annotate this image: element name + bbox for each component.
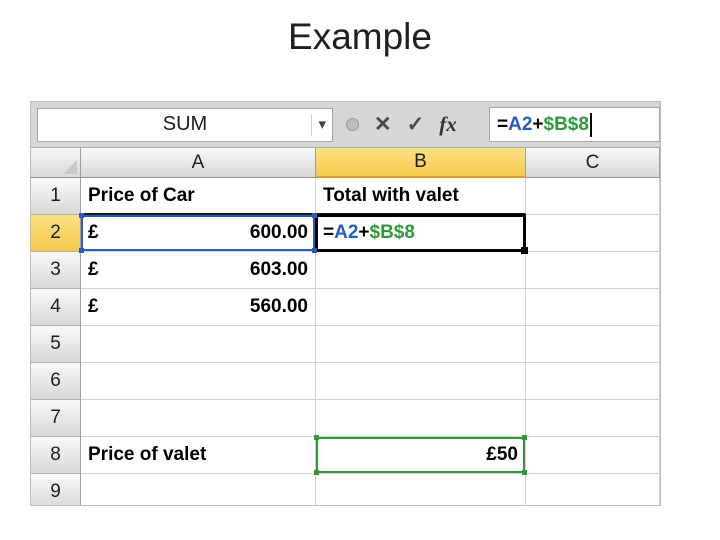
cell-c8[interactable] [526, 437, 660, 474]
formula-input[interactable]: = A2 + $B$8 [489, 107, 660, 142]
cell-value: 603.00 [249, 259, 308, 280]
cell-a8[interactable]: Price of valet [81, 437, 316, 474]
cell-b2-active[interactable]: = A2 + $B$8 [315, 214, 528, 254]
cell-a6[interactable] [81, 363, 316, 400]
cell-a4[interactable]: £ 560.00 [81, 289, 316, 326]
cell-c5[interactable] [526, 326, 660, 363]
row-header-9[interactable]: 9 [31, 474, 81, 505]
column-header-c[interactable]: C [526, 148, 660, 178]
cell-b9[interactable] [316, 474, 526, 505]
currency-symbol: £ [88, 259, 99, 280]
cell-b6[interactable] [316, 363, 526, 400]
formula-token: $B$8 [543, 113, 589, 135]
name-box[interactable]: SUM ▾ [37, 107, 333, 142]
formula-token: + [358, 222, 370, 243]
formula-token: $B$8 [369, 222, 415, 243]
row-header-2[interactable]: 2 [31, 215, 81, 252]
cell-c2[interactable] [526, 215, 660, 252]
cell-b7[interactable] [316, 400, 526, 437]
chevron-down-icon[interactable]: ▾ [311, 113, 326, 136]
cell-c9[interactable] [526, 474, 660, 505]
cell-a1[interactable]: Price of Car [81, 178, 316, 215]
sheet-row: 4 £ 560.00 [31, 289, 660, 326]
column-header-a[interactable]: A [81, 148, 316, 178]
slide: Example SUM ▾ ✕ ✓ fx = A2 + $B$8 A B C 1… [0, 0, 720, 540]
row-header-8[interactable]: 8 [31, 437, 81, 474]
insert-function-icon[interactable]: fx [439, 114, 457, 135]
separator-dot-icon [346, 118, 359, 131]
row-header-7[interactable]: 7 [31, 400, 81, 437]
sheet-row: 1 Price of Car Total with valet [31, 178, 660, 215]
cell-a2[interactable]: £ 600.00 [79, 213, 317, 253]
formula-token: = [323, 222, 335, 243]
name-box-value: SUM [162, 113, 208, 135]
cancel-icon[interactable]: ✕ [374, 114, 392, 135]
currency-symbol: £ [88, 296, 99, 317]
formula-token: + [532, 113, 544, 135]
cell-b8[interactable]: £50 [314, 435, 527, 475]
cell-c4[interactable] [526, 289, 660, 326]
cell-a5[interactable] [81, 326, 316, 363]
cell-text: Total with valet [323, 184, 459, 206]
sheet-row: 2 £ 600.00 = A2 + $B$8 [31, 213, 660, 254]
row-header-1[interactable]: 1 [31, 178, 81, 215]
formula-token: A2 [334, 222, 359, 243]
cell-value: 600.00 [249, 222, 308, 243]
cell-a3[interactable]: £ 603.00 [81, 252, 316, 289]
sheet-row: 8 Price of valet £50 [31, 435, 660, 475]
currency-symbol: £ [88, 222, 99, 243]
cell-a7[interactable] [81, 400, 316, 437]
column-header-b[interactable]: B [316, 148, 526, 178]
select-all-corner[interactable] [31, 148, 81, 178]
page-title: Example [288, 16, 432, 57]
sheet-row: 3 £ 603.00 [31, 252, 660, 289]
formula-token: = [497, 113, 509, 135]
formula-bar-buttons: ✕ ✓ fx [346, 114, 457, 135]
cell-text: Price of valet [88, 444, 207, 465]
cell-text: Price of Car [88, 184, 195, 206]
sheet-row: 5 [31, 326, 660, 363]
column-header-row: A B C [31, 148, 660, 178]
row-header-4[interactable]: 4 [31, 289, 81, 326]
cell-c7[interactable] [526, 400, 660, 437]
cell-value: £50 [486, 444, 518, 465]
cell-c6[interactable] [526, 363, 660, 400]
cell-value: 560.00 [249, 296, 308, 317]
select-all-triangle-icon [63, 160, 77, 174]
cell-b3[interactable] [316, 252, 526, 289]
cell-a9[interactable] [81, 474, 316, 505]
sheet-row: 7 [31, 400, 660, 437]
sheet-row: 9 [31, 474, 660, 505]
row-header-3[interactable]: 3 [31, 252, 81, 289]
formula-bar: SUM ▾ ✕ ✓ fx = A2 + $B$8 [31, 102, 660, 148]
row-header-6[interactable]: 6 [31, 363, 81, 400]
row-header-5[interactable]: 5 [31, 326, 81, 363]
enter-icon[interactable]: ✓ [407, 114, 425, 135]
cell-c1[interactable] [526, 178, 660, 215]
sheet-row: 6 [31, 363, 660, 400]
spreadsheet: SUM ▾ ✕ ✓ fx = A2 + $B$8 A B C 1 Price o… [30, 101, 661, 506]
text-cursor [589, 112, 592, 137]
cell-b4[interactable] [316, 289, 526, 326]
cell-c3[interactable] [526, 252, 660, 289]
cell-b5[interactable] [316, 326, 526, 363]
formula-token: A2 [508, 113, 533, 135]
cell-b1[interactable]: Total with valet [316, 178, 526, 215]
